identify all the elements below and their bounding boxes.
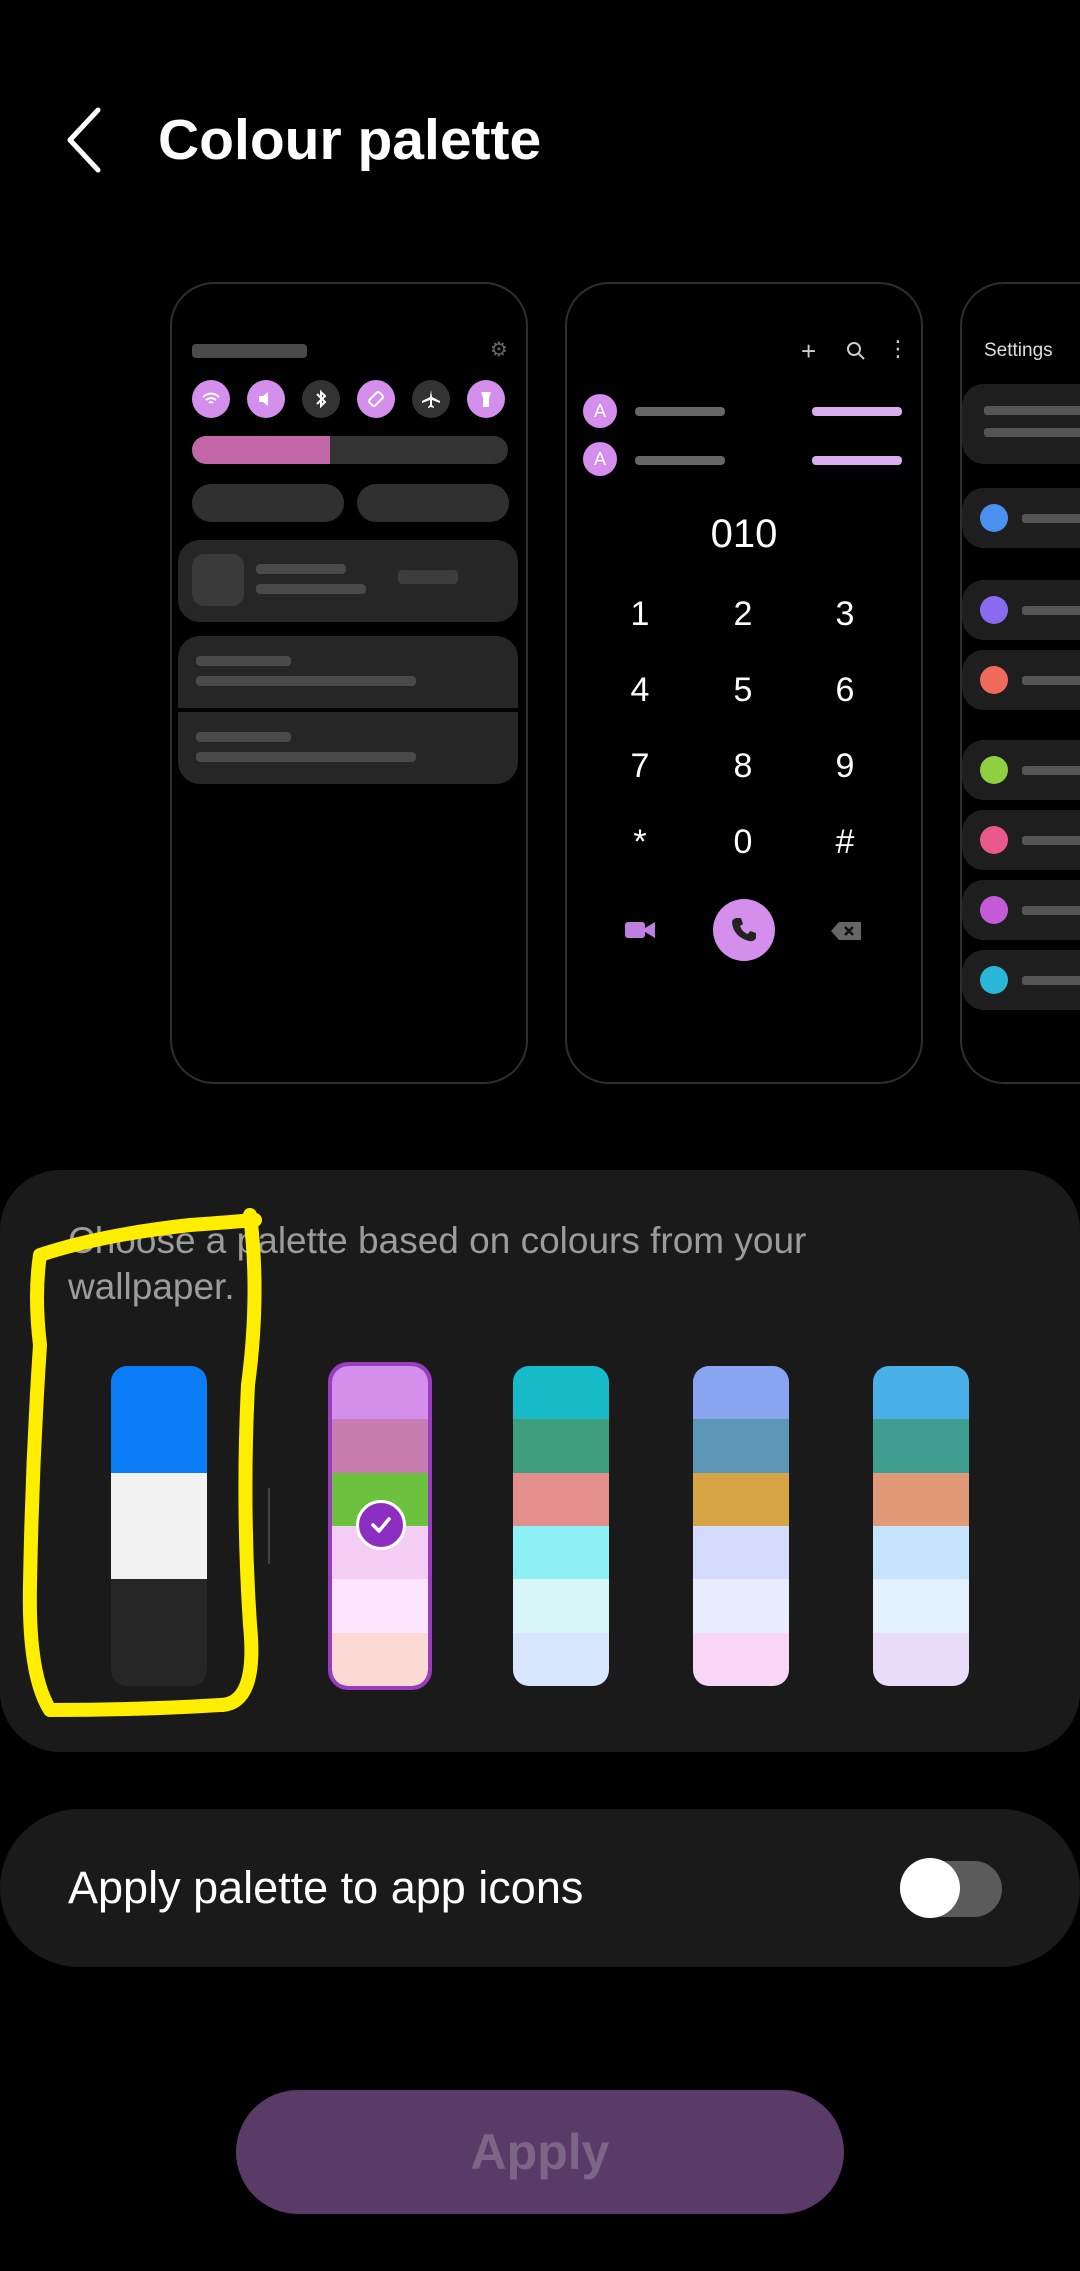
toggle-knob <box>900 1858 960 1918</box>
swatch-color-band <box>513 1472 609 1526</box>
quick-button <box>357 484 509 522</box>
themes-icon <box>980 896 1008 924</box>
contact-avatar: A <box>583 394 617 428</box>
swatch-color-band <box>873 1632 969 1686</box>
settings-row <box>962 384 1080 464</box>
media-card <box>178 540 518 622</box>
swatch-color-band <box>693 1579 789 1633</box>
swatch-color-band <box>693 1632 789 1686</box>
palette-swatch-2[interactable] <box>513 1366 609 1686</box>
phone-icon <box>732 918 756 942</box>
highlight-annotation <box>22 1208 262 1717</box>
swatch-color-band <box>693 1472 789 1526</box>
settings-row <box>962 810 1080 870</box>
wallpaper-icon <box>980 826 1008 854</box>
contact-avatar: A <box>583 442 617 476</box>
swatch-color-band <box>332 1419 428 1473</box>
call-button <box>713 899 775 961</box>
swatch-color-band <box>332 1579 428 1633</box>
swatch-color-band <box>873 1525 969 1580</box>
sound-icon <box>247 380 285 418</box>
dial-key: 3 <box>835 595 855 633</box>
swatch-color-band <box>873 1472 969 1526</box>
plus-icon: + <box>801 336 817 366</box>
dial-key: 8 <box>733 747 753 785</box>
dial-key: 6 <box>835 671 855 709</box>
search-icon <box>845 340 867 367</box>
swatch-color-band <box>693 1366 789 1420</box>
palette-swatch-4[interactable] <box>873 1366 969 1686</box>
swatch-color-band <box>332 1366 428 1420</box>
dial-key: 9 <box>835 747 855 785</box>
dial-key: # <box>835 823 855 861</box>
dial-key: 2 <box>733 595 753 633</box>
rotate-icon <box>357 380 395 418</box>
notifications-icon <box>980 666 1008 694</box>
swatch-color-band <box>513 1366 609 1420</box>
dial-key: 7 <box>630 747 650 785</box>
dial-key: * <box>633 823 647 861</box>
wifi-icon <box>192 380 230 418</box>
dial-key: 0 <box>733 823 753 861</box>
swatch-color-band <box>873 1366 969 1420</box>
notification-card <box>178 712 518 784</box>
quick-button <box>192 484 344 522</box>
dial-key: 4 <box>630 671 650 709</box>
settings-row <box>962 650 1080 710</box>
swatch-color-band <box>513 1579 609 1633</box>
dial-key: 1 <box>630 595 650 633</box>
home-icon <box>980 966 1008 994</box>
dial-key: 5 <box>733 671 753 709</box>
placeholder-bar <box>192 344 307 358</box>
settings-row <box>962 488 1080 548</box>
swatch-color-band <box>513 1419 609 1473</box>
swatch-color-band <box>513 1632 609 1686</box>
swatch-color-band <box>693 1525 789 1580</box>
settings-row <box>962 740 1080 800</box>
swatch-color-band <box>513 1525 609 1580</box>
swatch-color-band <box>873 1419 969 1473</box>
swatch-color-band <box>873 1579 969 1633</box>
apply-icons-label: Apply palette to app icons <box>68 1862 584 1913</box>
sound-icon <box>980 596 1008 624</box>
swatch-color-band <box>332 1632 428 1686</box>
brightness-slider <box>192 436 508 464</box>
apply-button[interactable]: Apply <box>236 2090 844 2214</box>
airplane-icon <box>412 380 450 418</box>
palette-swatch-3[interactable] <box>693 1366 789 1686</box>
wifi-icon <box>980 504 1008 532</box>
preview-settings: Settings <box>960 282 1080 1084</box>
selected-check-icon <box>356 1500 406 1550</box>
settings-row <box>962 880 1080 940</box>
display-icon <box>980 756 1008 784</box>
flashlight-icon <box>467 380 505 418</box>
settings-row <box>962 950 1080 1010</box>
backspace-icon <box>829 920 863 947</box>
settings-title: Settings <box>984 340 1053 361</box>
back-button[interactable] <box>58 100 118 180</box>
settings-row <box>962 580 1080 640</box>
chevron-left-icon <box>67 107 101 173</box>
preview-dialer: + ⋮ A A 010 1 2 3 4 5 6 7 8 9 * 0 # <box>565 282 923 1084</box>
page-title: Colour palette <box>158 108 542 172</box>
preview-quick-panel: ⚙ <box>170 282 528 1084</box>
dialed-number: 010 <box>710 512 778 556</box>
more-icon: ⋮ <box>887 336 909 361</box>
video-call-icon <box>623 918 657 947</box>
bluetooth-icon <box>302 380 340 418</box>
notification-card <box>178 636 518 708</box>
gear-icon: ⚙ <box>490 339 508 361</box>
swatch-color-band <box>693 1419 789 1473</box>
